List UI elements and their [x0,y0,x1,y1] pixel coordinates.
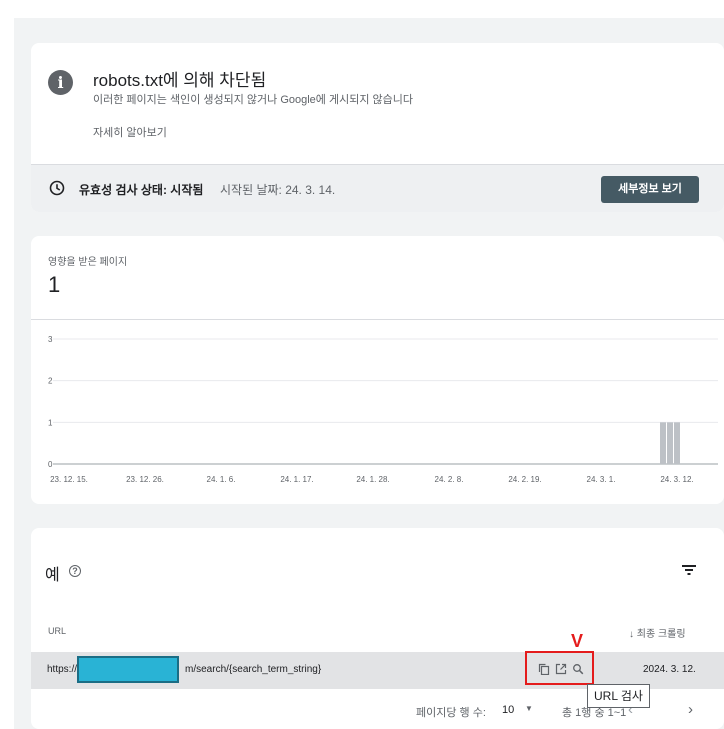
help-icon[interactable]: ? [69,565,81,577]
x-tick-label: 24. 1. 28. [356,475,389,484]
url-column-header[interactable]: URL [48,626,66,636]
annotation-marker: V [571,631,584,651]
copy-icon[interactable] [538,663,550,675]
validation-status-bar: 유효성 검사 상태: 시작됨 시작된 날짜: 24. 3. 14. 세부정보 보… [31,164,724,212]
see-details-button[interactable]: 세부정보 보기 [601,176,699,203]
issue-title: robots.txt에 의해 차단됨 [93,71,267,90]
row-url-tail: m/search/{search_term_string} [185,664,322,675]
chart-bar[interactable] [674,422,680,464]
validation-start-date: 시작된 날짜: 24. 3. 14. [220,183,336,197]
affected-pages-chart: 0 1 2 3 23. 12. 15. 23. 12. 26. 24. 1. 6. 24. 1… [48,335,718,484]
y-tick-label: 0 [48,460,53,469]
rows-per-page-label: 페이지당 행 수: [416,707,486,719]
affected-pages-card: 영향을 받은 페이지 1 0 1 2 3 23. 12. 15. 23. 12. 26. 2… [31,236,724,504]
chart-bar[interactable] [660,422,666,464]
learn-more-link[interactable]: 자세히 알아보기 [93,124,167,140]
rows-per-page-select[interactable]: 10 [502,704,514,716]
redaction-box [77,656,179,683]
x-tick-label: 24. 1. 6. [207,475,236,484]
url-inspect-tooltip: URL 검사 [587,684,650,708]
x-tick-label: 24. 3. 12. [660,475,693,484]
inspect-url-icon[interactable] [572,663,584,675]
issue-description: 이러한 페이지는 색인이 생성되지 않거나 Google에 게시되지 않습니다 [93,94,413,106]
issue-card: i robots.txt에 의해 차단됨 이러한 페이지는 색인이 생성되지 않… [31,43,724,212]
y-tick-label: 2 [48,377,53,386]
row-url-prefix: https:// [47,664,78,675]
open-in-new-icon[interactable] [555,663,567,675]
x-tick-label: 24. 3. 1. [587,475,616,484]
chart-bar[interactable] [667,422,673,464]
x-tick-label: 23. 12. 26. [126,475,164,484]
x-tick-label: 24. 1. 17. [280,475,313,484]
examples-title: 예 [45,567,60,584]
filter-icon[interactable] [682,564,696,576]
clock-icon [49,180,65,196]
y-tick-label: 1 [48,418,53,427]
last-crawled-column-header[interactable]: ↓ 최종 크롤링 [629,625,686,640]
info-icon: i [48,70,73,95]
x-tick-label: 24. 2. 8. [435,475,464,484]
y-tick-label: 3 [48,335,53,344]
chevron-down-icon[interactable]: ▼ [525,704,533,713]
row-last-crawled: 2024. 3. 12. [643,664,696,675]
x-tick-label: 24. 2. 19. [508,475,541,484]
validation-status-label: 유효성 검사 상태: 시작됨 [79,183,204,197]
next-page-button[interactable]: › [688,701,693,718]
row-actions-highlight [525,651,594,685]
x-tick-label: 23. 12. 15. [50,475,88,484]
